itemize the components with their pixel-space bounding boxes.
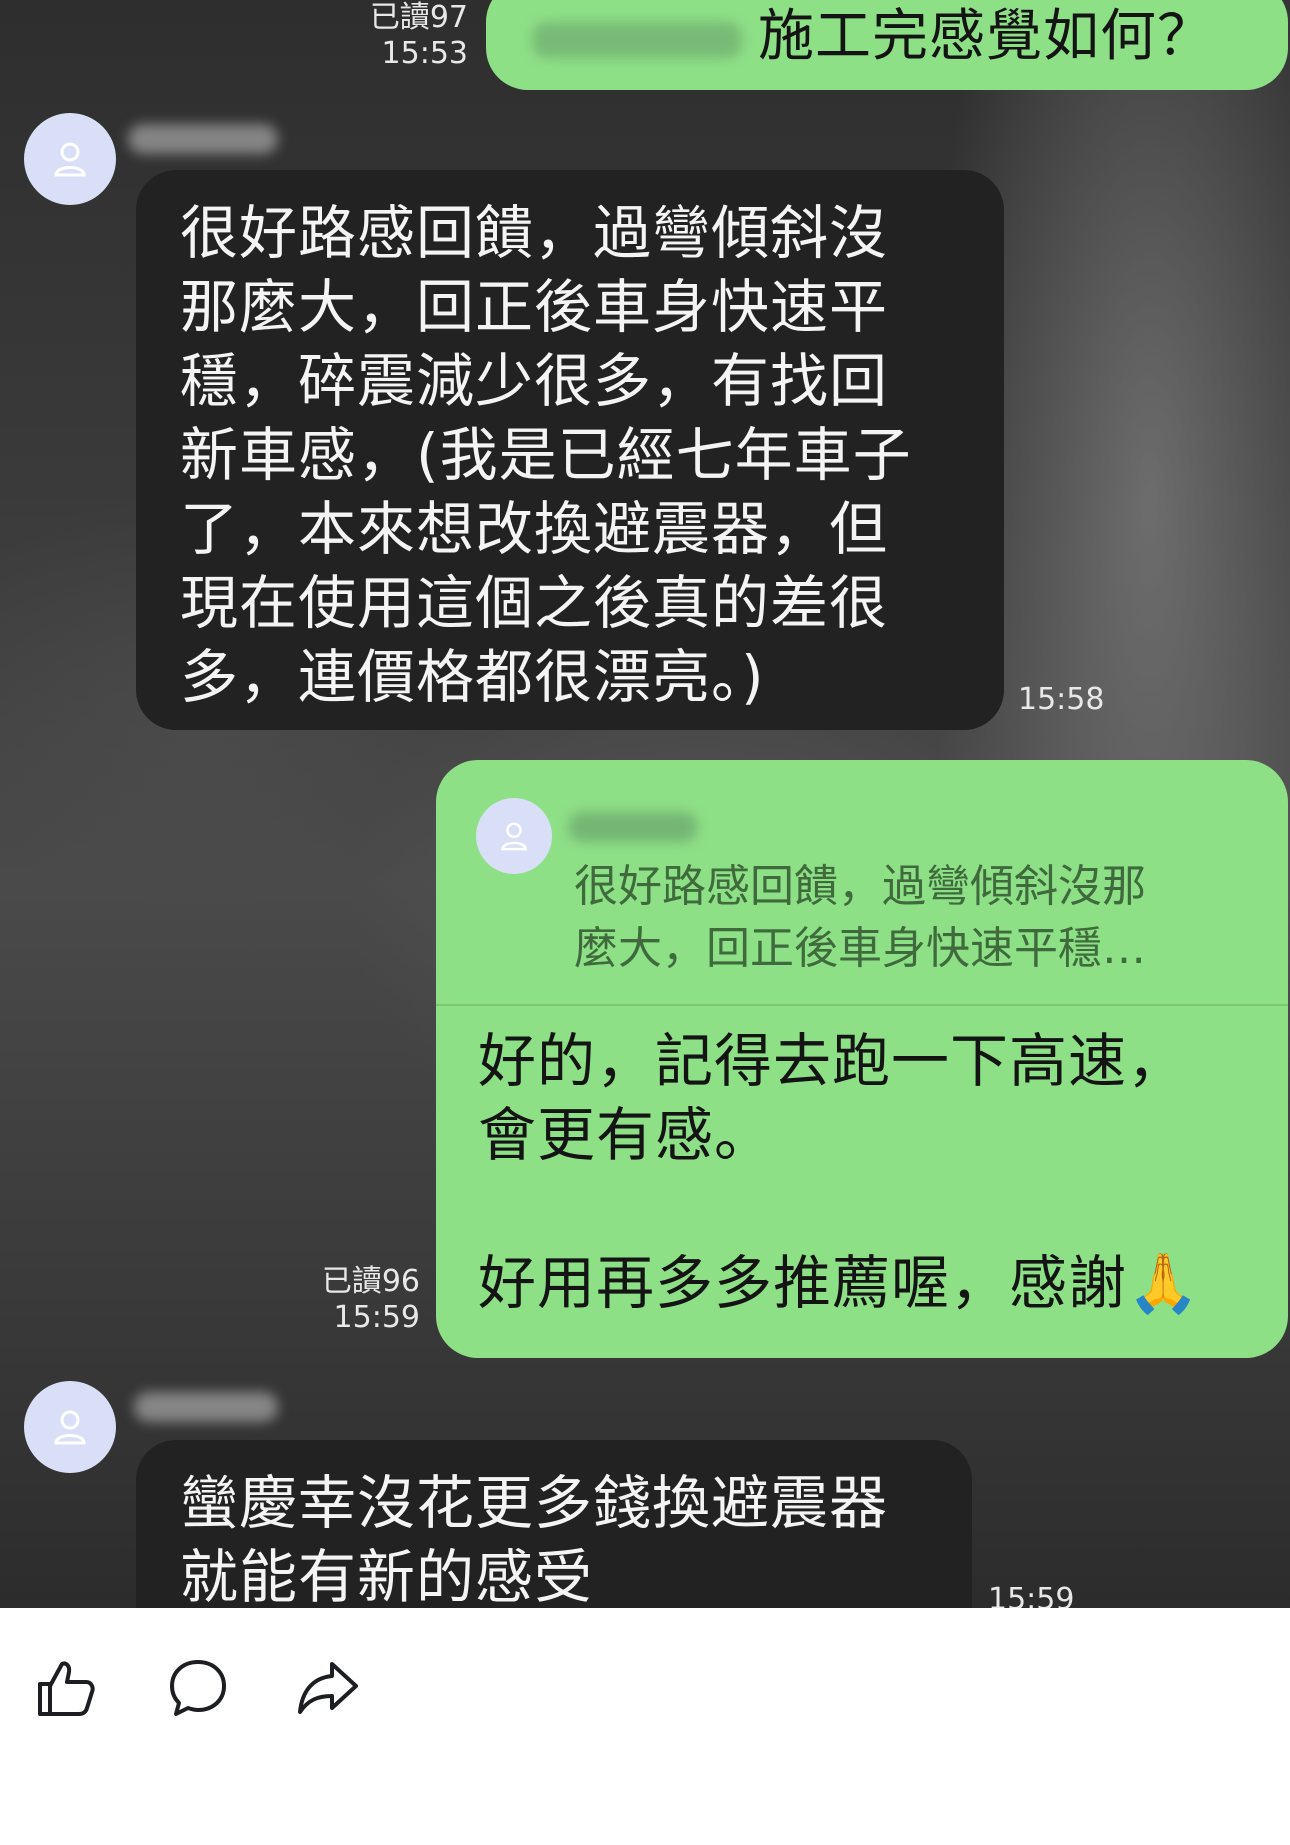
redacted-contact-name [134,1392,278,1422]
read-label: 已讀 [321,1264,382,1299]
like-button[interactable] [34,1656,98,1720]
share-arrow-icon [298,1662,358,1714]
message-text: 施工完感覺如何？ [758,4,1214,69]
read-count: 97 [429,0,468,35]
comment-bubble-icon [170,1660,226,1716]
contact-avatar[interactable] [24,1381,116,1473]
user-icon [501,822,527,851]
message-time: 15:58 [1018,682,1105,717]
message-text: 好的，記得去跑一下高速， 會更有感。 好用再多多推薦喔，感謝🙏 [478,1027,1201,1317]
outgoing-reply-bubble[interactable]: 很好路感回饋，過彎傾斜沒那 麼大，回正後車身快速平穩… 好的，記得去跑一下高速，… [436,760,1288,1358]
incoming-message-bubble[interactable]: 蠻慶幸沒花更多錢換避震器 就能有新的感受 [136,1440,972,1608]
post-action-bar [0,1608,1290,1845]
message-text: 很好路感回饋，過彎傾斜沒 那麼大，回正後車身快速平 穩，碎震減少很多，有找回 新… [180,199,912,711]
redacted-quoted-name [568,812,698,842]
quoted-avatar [476,798,552,874]
read-label: 已讀 [369,0,430,35]
redacted-contact-name [128,124,278,154]
quoted-message-text[interactable]: 很好路感回饋，過彎傾斜沒那 麼大，回正後車身快速平穩… [574,856,1146,980]
message-time: 15:59 [988,1582,1075,1608]
message-time: 15:53 [381,36,468,71]
user-icon [54,142,86,177]
message-text: 蠻慶幸沒花更多錢換避震器 就能有新的感受 [180,1469,889,1608]
chat-screenshot: 已讀97 15:53 施工完感覺如何？ 很好路感回饋，過彎傾斜沒 那麼大，回正後… [0,0,1290,1608]
comment-button[interactable] [166,1656,230,1720]
outgoing-message-bubble[interactable]: 施工完感覺如何？ [486,0,1288,90]
read-count: 96 [381,1264,420,1299]
read-receipt: 已讀96 15:59 [296,1264,420,1336]
user-icon [54,1410,86,1445]
message-time: 15:59 [333,1300,420,1335]
contact-avatar[interactable] [24,113,116,205]
share-button[interactable] [296,1656,360,1720]
incoming-message-bubble[interactable]: 很好路感回饋，過彎傾斜沒 那麼大，回正後車身快速平 穩，碎震減少很多，有找回 新… [136,170,1004,730]
thumbs-up-icon [38,1661,95,1716]
quote-divider [436,1004,1288,1006]
redacted-recipient [532,22,742,58]
read-receipt: 已讀97 15:53 [340,0,468,72]
